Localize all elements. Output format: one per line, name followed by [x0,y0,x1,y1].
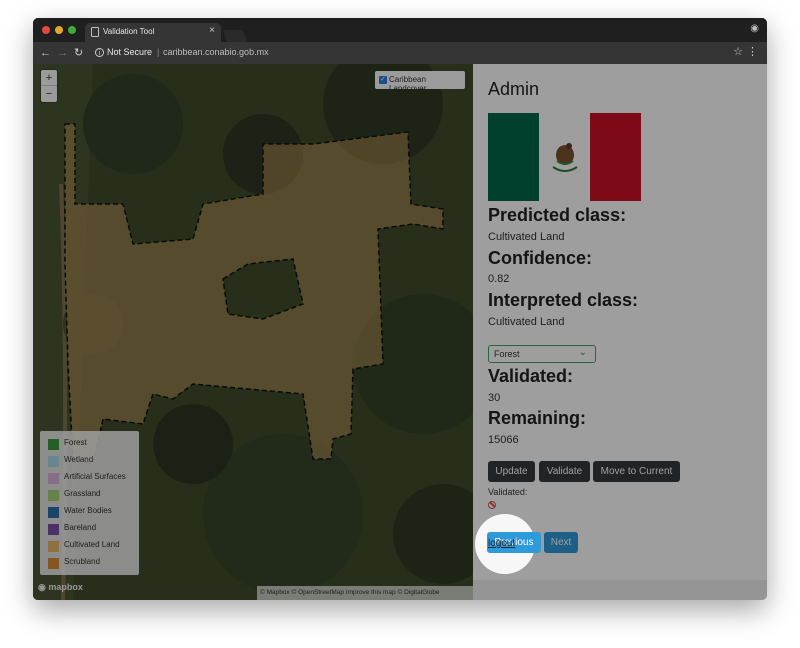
info-icon[interactable]: i [95,48,104,57]
legend-label: Scrubland [64,557,101,566]
not-validated-icon [488,501,496,509]
incognito-icon: ◉ [750,23,759,34]
legend-item: Artificial Surfaces [48,470,138,487]
validation-panel: Admin Predicted class: Cultivated Land C… [473,64,767,600]
browser-window: Validation Tool × ◉ ← → ↻ i Not Secure |… [33,18,767,600]
interpreted-class-value: Cultivated Land [488,316,565,328]
legend-swatch [48,473,59,484]
legend-label: Forest [64,438,87,447]
flag-green-band [488,113,539,201]
remaining-heading: Remaining: [488,408,587,428]
legend-swatch [48,524,59,535]
move-to-current-button[interactable]: Move to Current [593,461,680,482]
remaining-count: 15066 [488,434,519,446]
map-view[interactable]: + − ✓ Caribbean Landcover Forest Wetland [33,64,473,600]
layer-checkbox[interactable]: ✓ [379,76,387,84]
confidence-value: 0.82 [488,273,510,285]
legend-swatch [48,541,59,552]
update-button[interactable]: Update [488,461,535,482]
layer-label: Caribbean Landcover [389,75,427,93]
legend-item: Cultivated Land [48,538,138,555]
legend-item: Forest [48,436,138,453]
mapbox-brand-text: mapbox [48,582,83,592]
legend-item: Wetland [48,453,138,470]
legend-label: Grassland [64,489,101,498]
validated-status-label: Validated: [488,487,528,497]
logout-link[interactable]: logout [488,538,515,549]
browser-tab[interactable]: Validation Tool × [85,23,221,42]
address-bar[interactable]: caribbean.conabio.gob.mx [163,47,269,57]
panel-title: Admin [488,79,540,99]
address-toolbar: ← → ↻ i Not Secure | caribbean.conabio.g… [33,42,767,64]
zoom-control: + − [41,70,57,102]
mexico-flag-image [488,113,641,201]
legend-label: Cultivated Land [64,540,120,549]
zoom-out-button[interactable]: − [41,86,57,102]
layer-control[interactable]: ✓ Caribbean Landcover [375,71,465,93]
map-legend: Forest Wetland Artificial Surfaces Grass… [40,431,139,575]
legend-item: Scrubland [48,555,138,572]
class-select[interactable]: Forest ⌄ [488,345,596,363]
tab-title: Validation Tool [103,27,155,36]
coat-of-arms-icon [552,143,578,172]
back-arrow-icon[interactable]: ← [40,46,51,60]
forward-arrow-icon[interactable]: → [57,46,68,60]
security-label[interactable]: Not Secure [107,47,152,57]
page-content: + − ✓ Caribbean Landcover Forest Wetland [33,64,767,600]
panel-footer [473,580,767,600]
legend-label: Wetland [64,455,94,464]
legend-swatch [48,490,59,501]
legend-swatch [48,558,59,569]
title-bar: Validation Tool × ◉ [33,18,767,42]
page-icon [91,27,99,37]
validated-heading: Validated: [488,366,574,386]
legend-label: Water Bodies [64,506,112,515]
url-separator: | [157,47,160,57]
legend-label: Artificial Surfaces [64,472,126,481]
legend-item: Bareland [48,521,138,538]
mapbox-logo[interactable]: ◉ mapbox [38,582,83,593]
legend-item: Grassland [48,487,138,504]
predicted-class-value: Cultivated Land [488,231,565,243]
predicted-class-heading: Predicted class: [488,205,627,225]
flag-red-band [590,113,641,201]
maximize-window-button[interactable] [68,26,76,34]
legend-item: Water Bodies [48,504,138,521]
legend-swatch [48,507,59,518]
bookmark-star-icon[interactable]: ☆ [733,45,743,58]
close-window-button[interactable] [42,26,50,34]
confidence-heading: Confidence: [488,248,593,268]
reload-icon[interactable]: ↻ [74,46,83,60]
legend-label: Bareland [64,523,97,532]
validate-button[interactable]: Validate [539,461,590,482]
legend-swatch [48,439,59,450]
browser-menu-icon[interactable]: ⋮ [747,45,758,58]
legend-swatch [48,456,59,467]
minimize-window-button[interactable] [55,26,63,34]
next-button[interactable]: Next [544,532,578,553]
chevron-down-icon: ⌄ [578,347,587,358]
zoom-in-button[interactable]: + [41,70,57,86]
class-select-value: Forest [494,349,520,359]
map-attribution[interactable]: © Mapbox © OpenStreetMap Improve this ma… [257,586,473,600]
validated-count: 30 [488,392,501,404]
tab-close-icon[interactable]: × [209,26,215,36]
new-tab-button[interactable] [222,30,248,42]
interpreted-class-heading: Interpreted class: [488,290,639,310]
